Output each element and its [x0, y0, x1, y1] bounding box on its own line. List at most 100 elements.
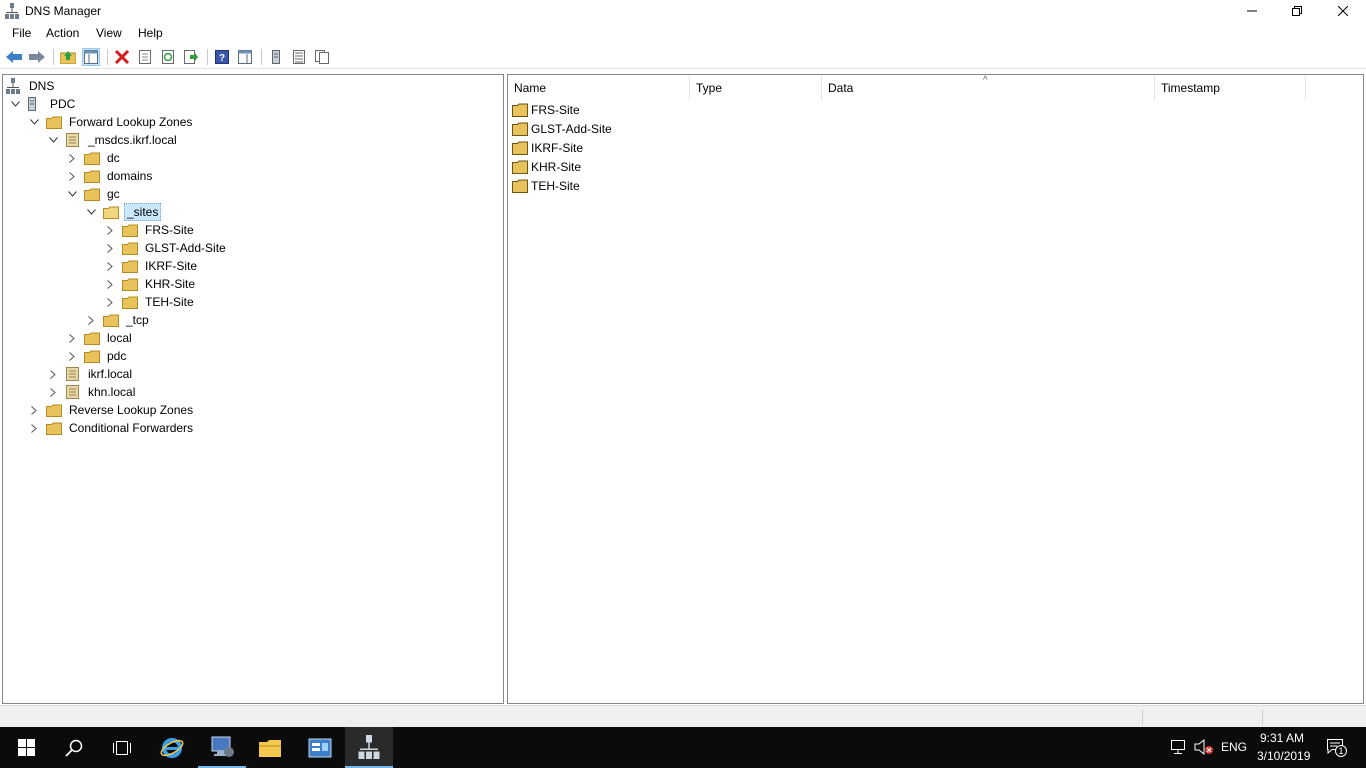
chevron-right-icon[interactable] — [85, 314, 97, 326]
close-button[interactable] — [1320, 0, 1366, 22]
help-button[interactable]: ? — [213, 48, 231, 66]
tree-node-dns[interactable]: DNS — [6, 77, 56, 95]
tree-node-pdc-server[interactable]: PDC — [9, 95, 77, 113]
control-panel-icon — [308, 738, 332, 757]
list-item[interactable]: TEH-Site — [512, 177, 580, 195]
column-header-data[interactable]: Data — [822, 75, 1155, 100]
list-item[interactable]: IKRF-Site — [512, 139, 583, 157]
results-list[interactable]: Name Type Data Timestamp ^ FRS-Site GLST… — [507, 74, 1364, 704]
tree-node-ikrf-zone[interactable]: ikrf.local — [47, 365, 134, 383]
chevron-right-icon[interactable] — [104, 296, 116, 308]
search-button[interactable] — [50, 727, 98, 768]
list-item-name: FRS-Site — [531, 103, 580, 117]
list-view-icon — [293, 50, 305, 64]
tree-label: _tcp — [126, 313, 149, 327]
export-list-button[interactable] — [182, 48, 200, 66]
taskbar-file-explorer[interactable] — [246, 727, 294, 768]
tree-node-forward-lookup-zones[interactable]: Forward Lookup Zones — [28, 113, 194, 131]
clock-time[interactable]: 9:31 AM — [1260, 731, 1304, 745]
dns-icon — [6, 78, 22, 94]
tree-node-conditional-forwarders[interactable]: Conditional Forwarders — [28, 419, 195, 437]
tree-node-local[interactable]: local — [66, 329, 134, 347]
chevron-right-icon[interactable] — [104, 224, 116, 236]
tree-node-dc[interactable]: dc — [66, 149, 122, 167]
tree-label: local — [107, 331, 132, 345]
chevron-right-icon[interactable] — [104, 242, 116, 254]
tree-node-pdc-folder[interactable]: pdc — [66, 347, 128, 365]
up-one-level-button[interactable] — [59, 48, 77, 66]
column-header-timestamp[interactable]: Timestamp — [1155, 75, 1306, 100]
menu-file[interactable]: File — [12, 26, 31, 40]
restore-button[interactable] — [1274, 0, 1320, 22]
list-item[interactable]: GLST-Add-Site — [512, 120, 612, 138]
show-hide-action-pane-button[interactable] — [236, 48, 254, 66]
console-tree[interactable]: DNS PDC Forward Lookup Zones _msdcs.ikrf… — [2, 74, 504, 704]
tree-node-site[interactable]: FRS-Site — [104, 221, 196, 239]
column-header-type[interactable]: Type — [690, 75, 822, 100]
chevron-down-icon[interactable] — [85, 206, 97, 218]
language-indicator[interactable]: ENG — [1221, 740, 1247, 754]
chevron-right-icon[interactable] — [66, 152, 78, 164]
tree-node-domains[interactable]: domains — [66, 167, 154, 185]
chevron-right-icon[interactable] — [47, 368, 59, 380]
menu-action[interactable]: Action — [46, 26, 79, 40]
tree-label: GLST-Add-Site — [145, 241, 226, 255]
chevron-down-icon[interactable] — [47, 134, 59, 146]
chevron-right-icon[interactable] — [66, 350, 78, 362]
tree-node-site[interactable]: IKRF-Site — [104, 257, 199, 275]
network-icon[interactable] — [1170, 739, 1188, 755]
menu-help[interactable]: Help — [138, 26, 163, 40]
column-header-name[interactable]: Name — [508, 75, 690, 100]
tree-node-reverse-lookup-zones[interactable]: Reverse Lookup Zones — [28, 401, 195, 419]
delete-button[interactable] — [113, 48, 131, 66]
tree-label: KHR-Site — [145, 277, 196, 291]
tree-node-gc[interactable]: gc — [66, 185, 122, 203]
tree-node-msdcs-zone[interactable]: _msdcs.ikrf.local — [47, 131, 179, 149]
server-button[interactable] — [267, 48, 285, 66]
forward-button[interactable] — [28, 48, 46, 66]
chevron-right-icon[interactable] — [66, 170, 78, 182]
folder-icon — [512, 103, 528, 117]
menu-view[interactable]: View — [96, 26, 122, 40]
chevron-right-icon[interactable] — [28, 404, 40, 416]
tree-node-site[interactable]: KHR-Site — [104, 275, 197, 293]
chevron-right-icon[interactable] — [104, 278, 116, 290]
show-hide-console-tree-button[interactable] — [82, 48, 100, 66]
refresh-button[interactable] — [159, 48, 177, 66]
svg-text:?: ? — [219, 53, 225, 64]
folder-icon — [512, 160, 528, 174]
properties-button[interactable] — [136, 48, 154, 66]
back-button[interactable] — [5, 48, 23, 66]
list-item[interactable]: KHR-Site — [512, 158, 581, 176]
clock-date[interactable]: 3/10/2019 — [1257, 749, 1310, 763]
chevron-down-icon[interactable] — [66, 188, 78, 200]
list-item[interactable]: FRS-Site — [512, 101, 580, 119]
taskbar-control-panel[interactable] — [296, 727, 344, 768]
chevron-right-icon[interactable] — [28, 422, 40, 434]
tree-node-khn-zone[interactable]: khn.local — [47, 383, 137, 401]
refresh-icon — [162, 50, 174, 64]
volume-muted-icon[interactable] — [1194, 738, 1214, 756]
export-icon — [184, 50, 198, 64]
taskbar-dns-manager[interactable] — [345, 727, 393, 768]
chevron-down-icon[interactable] — [9, 98, 21, 110]
minimize-button[interactable] — [1229, 0, 1275, 22]
taskbar-server-manager[interactable] — [198, 727, 246, 768]
chevron-right-icon[interactable] — [66, 332, 78, 344]
tree-node-sites[interactable]: _sites — [85, 203, 162, 221]
status-divider — [1262, 709, 1263, 725]
list-item-name: TEH-Site — [531, 179, 580, 193]
detail-view-button[interactable] — [313, 48, 331, 66]
start-button[interactable] — [2, 727, 50, 768]
task-view-button[interactable] — [98, 727, 146, 768]
chevron-down-icon[interactable] — [28, 116, 40, 128]
tree-node-site[interactable]: TEH-Site — [104, 293, 196, 311]
chevron-right-icon[interactable] — [47, 386, 59, 398]
action-center-button[interactable]: 1 — [1326, 738, 1348, 758]
tree-node-site[interactable]: GLST-Add-Site — [104, 239, 228, 257]
list-view-button[interactable] — [290, 48, 308, 66]
tree-node-tcp[interactable]: _tcp — [85, 311, 151, 329]
chevron-right-icon[interactable] — [104, 260, 116, 272]
tree-label: Reverse Lookup Zones — [69, 403, 194, 417]
taskbar-internet-explorer[interactable] — [148, 727, 196, 768]
